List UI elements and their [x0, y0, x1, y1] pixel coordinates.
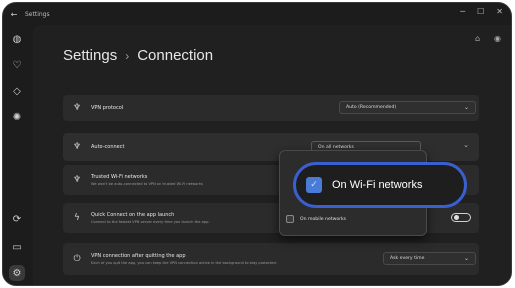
chevron-down-icon: ⌄	[463, 255, 469, 262]
side-rail: ◍ ♡ ◇ ✺ ⟳ ▭ ⚙	[3, 25, 31, 285]
trusted-wifi-description: We won't be auto-connected to VPN on tru…	[91, 182, 203, 186]
title-bar: ← Settings	[3, 3, 511, 25]
checkbox-checked-icon[interactable]: ✓	[306, 177, 322, 193]
window-controls: ─ ☐ ✕	[460, 7, 503, 16]
quick-connect-label: Quick Connect on the app launch	[91, 212, 175, 218]
back-arrow-icon[interactable]: ←	[3, 10, 25, 19]
trusted-wifi-label: Trusted Wi-Fi networks	[91, 174, 148, 180]
vpn-quit-dropdown[interactable]: Ask every time ⌄	[383, 252, 476, 265]
highlighted-option-wifi[interactable]: ✓ On Wi-Fi networks	[293, 162, 467, 208]
vpn-protocol-value: Auto (Recommended)	[346, 105, 397, 110]
device-icon[interactable]: ▭	[9, 239, 25, 255]
vpn-quit-value: Ask every time	[390, 256, 425, 261]
quick-connect-text: Quick Connect on the app launch Connect …	[91, 212, 210, 224]
trusted-wifi-text: Trusted Wi-Fi networks We won't be auto-…	[91, 174, 203, 186]
vpn-protocol-dropdown[interactable]: Auto (Recommended) ⌄	[339, 101, 476, 114]
settings-gear-icon[interactable]: ⚙	[9, 265, 25, 281]
toggle-knob	[454, 215, 459, 220]
maximize-icon[interactable]: ☐	[477, 7, 484, 16]
checkbox[interactable]	[286, 215, 294, 223]
shield-heart-icon[interactable]: ♡	[9, 57, 25, 73]
power-icon: ⏻	[73, 254, 81, 264]
vpn-protocol-row: ♆ VPN protocol Auto (Recommended) ⌄	[63, 95, 479, 121]
auto-connect-label: Auto-connect	[91, 144, 125, 150]
wifi-icon: ♆	[72, 175, 82, 185]
vpn-quit-label: VPN connection after quitting the app	[91, 253, 186, 259]
expand-chevron-icon[interactable]: ⌄	[463, 141, 469, 149]
window-title: Settings	[25, 10, 50, 18]
account-icon[interactable]: ◉	[494, 34, 501, 43]
vpn-quit-description: Each of you quit the app, you can keep t…	[91, 261, 277, 265]
quick-connect-description: Connect to the fastest VPN server every …	[91, 220, 210, 224]
chevron-down-icon: ⌄	[463, 104, 469, 111]
popup-option-mobile[interactable]: On mobile networks	[286, 215, 346, 223]
antivirus-icon[interactable]: ✺	[9, 109, 25, 125]
breadcrumb-current: Connection	[137, 47, 214, 64]
notification-icon[interactable]: ⌂	[475, 34, 480, 43]
globe-icon[interactable]: ◍	[9, 31, 25, 47]
gem-icon[interactable]: ◇	[9, 83, 25, 99]
breadcrumb-root[interactable]: Settings	[63, 47, 117, 64]
breadcrumb-separator: ›	[125, 48, 130, 63]
highlighted-option-label: On Wi-Fi networks	[332, 179, 423, 191]
auto-connect-icon: ♆	[72, 142, 82, 152]
vpn-quit-row: ⏻ VPN connection after quitting the app …	[63, 243, 479, 275]
gear-power-icon[interactable]: ⟳	[9, 211, 25, 227]
close-icon[interactable]: ✕	[496, 7, 503, 16]
vpn-quit-text: VPN connection after quitting the app Ea…	[91, 253, 277, 265]
page-title: Settings › Connection	[63, 47, 213, 64]
app-window: ← Settings ─ ☐ ✕ ◍ ♡ ◇ ✺ ⟳ ▭ ⚙ ⌂ ◉ Setti…	[2, 2, 512, 286]
popup-option-label: On mobile networks	[300, 216, 347, 222]
protocol-icon: ♆	[72, 103, 82, 113]
vpn-protocol-label: VPN protocol	[91, 105, 124, 111]
settings-content: ⌂ ◉ Settings › Connection ♆ VPN protocol…	[33, 25, 511, 285]
minimize-icon[interactable]: ─	[460, 7, 465, 16]
lightning-icon: ϟ	[74, 213, 80, 223]
content-tools: ⌂ ◉	[475, 34, 501, 43]
quick-connect-toggle[interactable]	[451, 213, 471, 222]
